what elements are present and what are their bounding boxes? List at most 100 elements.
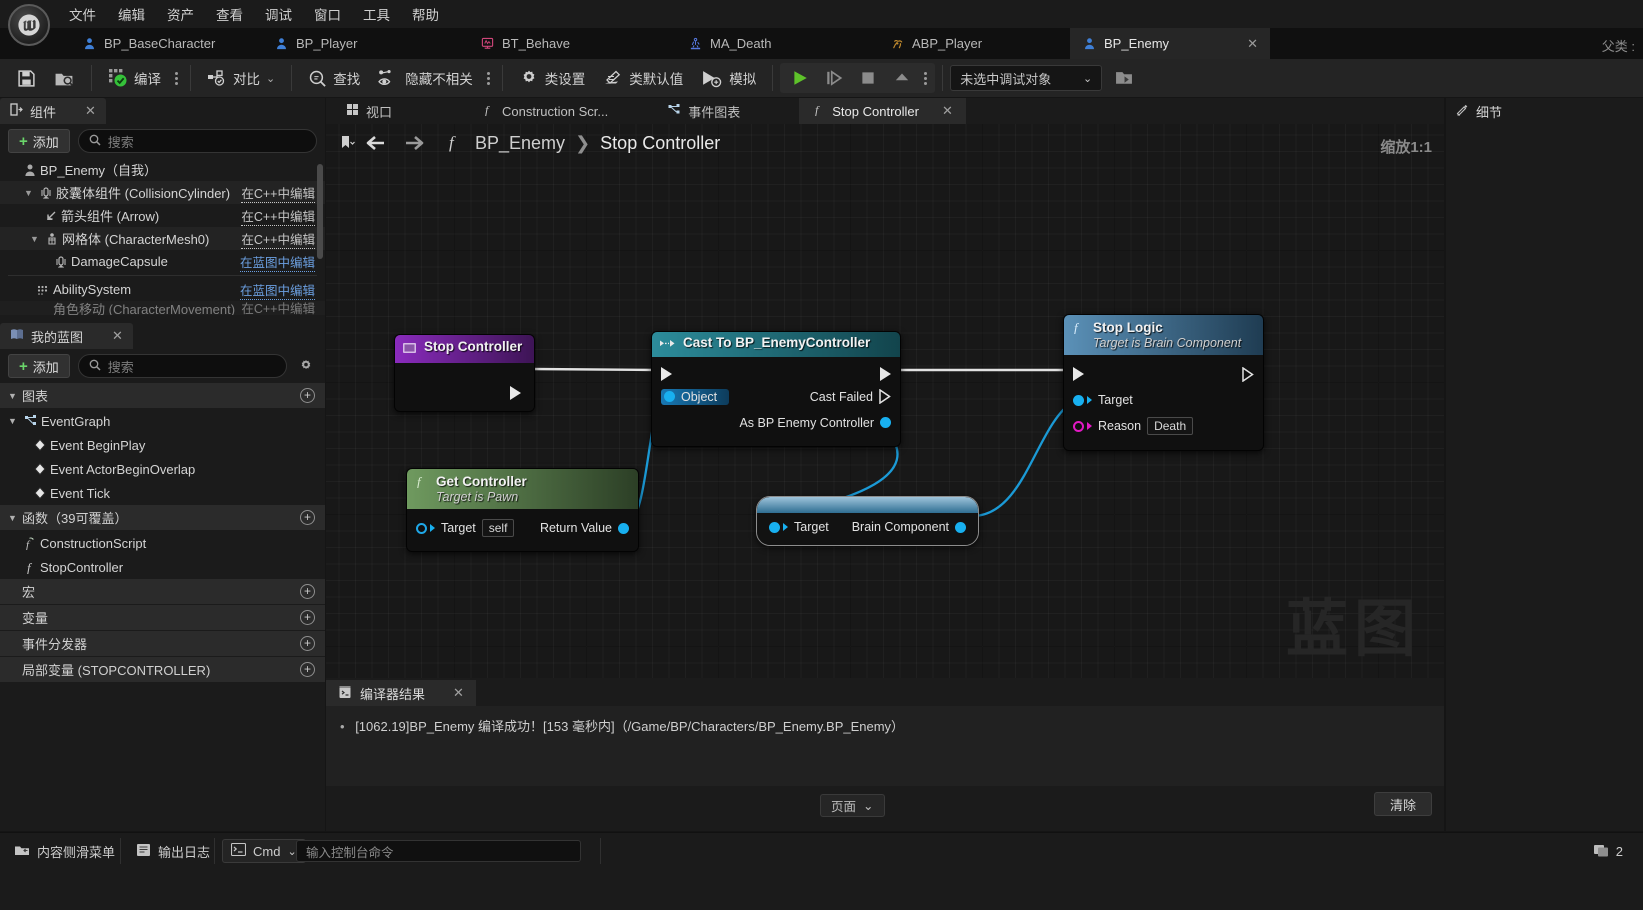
tab-my-blueprint[interactable]: 我的蓝图 ✕	[0, 323, 133, 349]
tab-components[interactable]: 组件 ✕	[0, 98, 106, 124]
navigate-forward-button[interactable]	[400, 130, 426, 156]
exec-output-pin[interactable]	[510, 385, 521, 400]
reason-input-pin[interactable]: Reason Death	[1073, 417, 1194, 435]
section-event-dispatchers[interactable]: 事件分发器 +	[0, 631, 325, 657]
list-item-constructionscript[interactable]: f ConstructionScript	[0, 531, 325, 555]
tab-event-graph[interactable]: 事件图表	[655, 98, 753, 124]
add-graph-button[interactable]: +	[300, 388, 315, 403]
content-drawer-button[interactable]: 内容侧滑菜单	[4, 838, 125, 864]
node-cast-to-bp-enemycontroller[interactable]: Cast To BP_EnemyController Object Cast F…	[651, 331, 901, 447]
console-command-input[interactable]: 输入控制台命令	[296, 840, 581, 862]
navigate-back-button[interactable]	[364, 130, 390, 156]
console-command-selector[interactable]: Cmd ⌄	[222, 839, 306, 863]
step-button[interactable]	[817, 63, 851, 93]
exec-output-pin[interactable]	[1242, 366, 1254, 382]
edit-in-cpp-link[interactable]: 在C++中编辑	[241, 301, 315, 315]
asset-tab-abp-player[interactable]: ABP_Player	[878, 28, 994, 59]
add-variable-button[interactable]: +	[300, 610, 315, 625]
exec-input-pin[interactable]	[661, 366, 672, 381]
add-macro-button[interactable]: +	[300, 584, 315, 599]
exec-output-pin[interactable]	[880, 366, 891, 381]
section-graphs[interactable]: ▼ 图表 +	[0, 383, 325, 409]
node-brain-component[interactable]: Target Brain Component	[756, 496, 979, 546]
collapse-arrow[interactable]: ▼	[8, 416, 21, 426]
hide-unrelated-button[interactable]: 隐藏不相关	[369, 63, 482, 93]
component-row-bp-enemy[interactable]: BP_Enemy（自我）	[0, 158, 325, 181]
add-blueprint-item-button[interactable]: + 添加	[8, 354, 70, 378]
save-button[interactable]	[8, 63, 45, 93]
close-icon[interactable]: ✕	[85, 103, 96, 119]
collapse-arrow[interactable]: ▼	[8, 513, 22, 523]
node-stop-logic[interactable]: f Stop Logic Target is Brain Component T…	[1063, 314, 1264, 451]
return-value-output-pin[interactable]: Return Value	[540, 521, 629, 535]
expand-arrow[interactable]: ▼	[30, 234, 43, 244]
debug-filter-button[interactable]	[1106, 63, 1142, 93]
add-function-button[interactable]: +	[300, 510, 315, 525]
close-icon[interactable]: ✕	[942, 103, 953, 119]
tab-stop-controller[interactable]: f Stop Controller ✕	[799, 98, 966, 124]
stop-button[interactable]	[851, 63, 885, 93]
list-item-event-beginplay[interactable]: Event BeginPlay	[0, 433, 325, 457]
node-stop-controller-entry[interactable]: Stop Controller	[394, 334, 535, 412]
compiler-log-row[interactable]: • [1062.19]BP_Enemy 编译成功！[153 毫秒内]（/Game…	[340, 716, 1430, 735]
play-options-button[interactable]	[919, 71, 932, 85]
exec-input-pin[interactable]	[1073, 367, 1084, 381]
list-item-eventgraph[interactable]: ▼ EventGraph	[0, 409, 325, 433]
components-scrollbar[interactable]	[317, 164, 323, 259]
menu-item-asset[interactable]: 资产	[156, 0, 205, 28]
source-control-status[interactable]: 2	[1583, 838, 1633, 864]
close-icon[interactable]: ✕	[453, 685, 464, 701]
section-variables[interactable]: 变量 +	[0, 605, 325, 631]
component-row-partial[interactable]: 角色移动 (CharacterMovement) 在C++中编辑	[0, 301, 325, 315]
compile-options-button[interactable]	[170, 71, 183, 85]
component-row-damagecapsule[interactable]: DamageCapsule 在蓝图中编辑	[0, 250, 325, 273]
list-item-event-tick[interactable]: Event Tick	[0, 481, 325, 505]
menu-item-edit[interactable]: 编辑	[107, 0, 156, 28]
asset-tab-ma-death[interactable]: MA_Death	[676, 28, 783, 59]
target-input-pin[interactable]: Target	[769, 520, 829, 534]
breadcrumb-root[interactable]: BP_Enemy	[475, 133, 565, 153]
eject-button[interactable]	[885, 63, 919, 93]
my-blueprint-settings-button[interactable]	[295, 358, 317, 374]
tab-details[interactable]: 细节	[1446, 98, 1643, 124]
tab-viewport[interactable]: 视口	[326, 98, 405, 124]
my-blueprint-search-input[interactable]: 搜索	[77, 354, 287, 378]
menu-item-debug[interactable]: 调试	[254, 0, 303, 28]
section-macros[interactable]: 宏 +	[0, 579, 325, 605]
target-self-value[interactable]: self	[481, 519, 515, 537]
reason-value-input[interactable]: Death	[1147, 417, 1194, 435]
menu-item-tools[interactable]: 工具	[352, 0, 401, 28]
cast-failed-output-pin[interactable]: Cast Failed	[810, 389, 891, 404]
add-event-dispatcher-button[interactable]: +	[300, 636, 315, 651]
add-component-button[interactable]: + 添加	[8, 129, 70, 153]
menu-item-view[interactable]: 查看	[205, 0, 254, 28]
menu-item-help[interactable]: 帮助	[401, 0, 450, 28]
diff-button[interactable]: 对比 ⌄	[198, 63, 284, 93]
brain-component-output-pin[interactable]: Brain Component	[852, 520, 966, 534]
debug-object-select[interactable]: 未选中调试对象 ⌄	[950, 65, 1103, 91]
asset-tab-bp-enemy[interactable]: BP_Enemy ✕	[1070, 28, 1270, 59]
edit-in-cpp-link[interactable]: 在C++中编辑	[241, 206, 315, 226]
expand-arrow[interactable]: ▼	[24, 188, 37, 198]
component-row-charactermesh0[interactable]: ▼ 网格体 (CharacterMesh0) 在C++中编辑	[0, 227, 325, 250]
clear-button[interactable]: 清除	[1374, 792, 1432, 816]
unreal-engine-logo-icon[interactable]	[8, 4, 50, 46]
close-icon[interactable]: ✕	[1247, 36, 1258, 52]
list-item-stopcontroller[interactable]: f StopController	[0, 555, 325, 579]
compiler-log-list[interactable]: • [1062.19]BP_Enemy 编译成功！[153 毫秒内]（/Game…	[326, 706, 1444, 786]
page-selector-button[interactable]: 页面 ⌄	[820, 794, 885, 817]
bookmark-dropdown-button[interactable]	[334, 130, 360, 156]
list-item-event-actorbeginoverlap[interactable]: Event ActorBeginOverlap	[0, 457, 325, 481]
section-local-variables[interactable]: 局部变量 (STOPCONTROLLER) +	[0, 657, 325, 683]
edit-in-cpp-link[interactable]: 在C++中编辑	[241, 183, 315, 203]
output-log-button[interactable]: 输出日志	[126, 838, 220, 864]
edit-in-blueprint-link[interactable]: 在蓝图中编辑	[239, 280, 315, 300]
simulate-button[interactable]: 模拟	[692, 63, 765, 93]
target-input-pin[interactable]: Target self	[416, 519, 515, 537]
component-row-arrow[interactable]: 箭头组件 (Arrow) 在C++中编辑	[0, 204, 325, 227]
close-icon[interactable]: ✕	[112, 328, 123, 344]
compile-button[interactable]: 编译	[99, 63, 170, 93]
hide-unrelated-options-button[interactable]	[482, 71, 495, 85]
section-functions[interactable]: ▼ 函数（39可覆盖） +	[0, 505, 325, 531]
object-input-pin[interactable]: Object	[661, 388, 730, 405]
